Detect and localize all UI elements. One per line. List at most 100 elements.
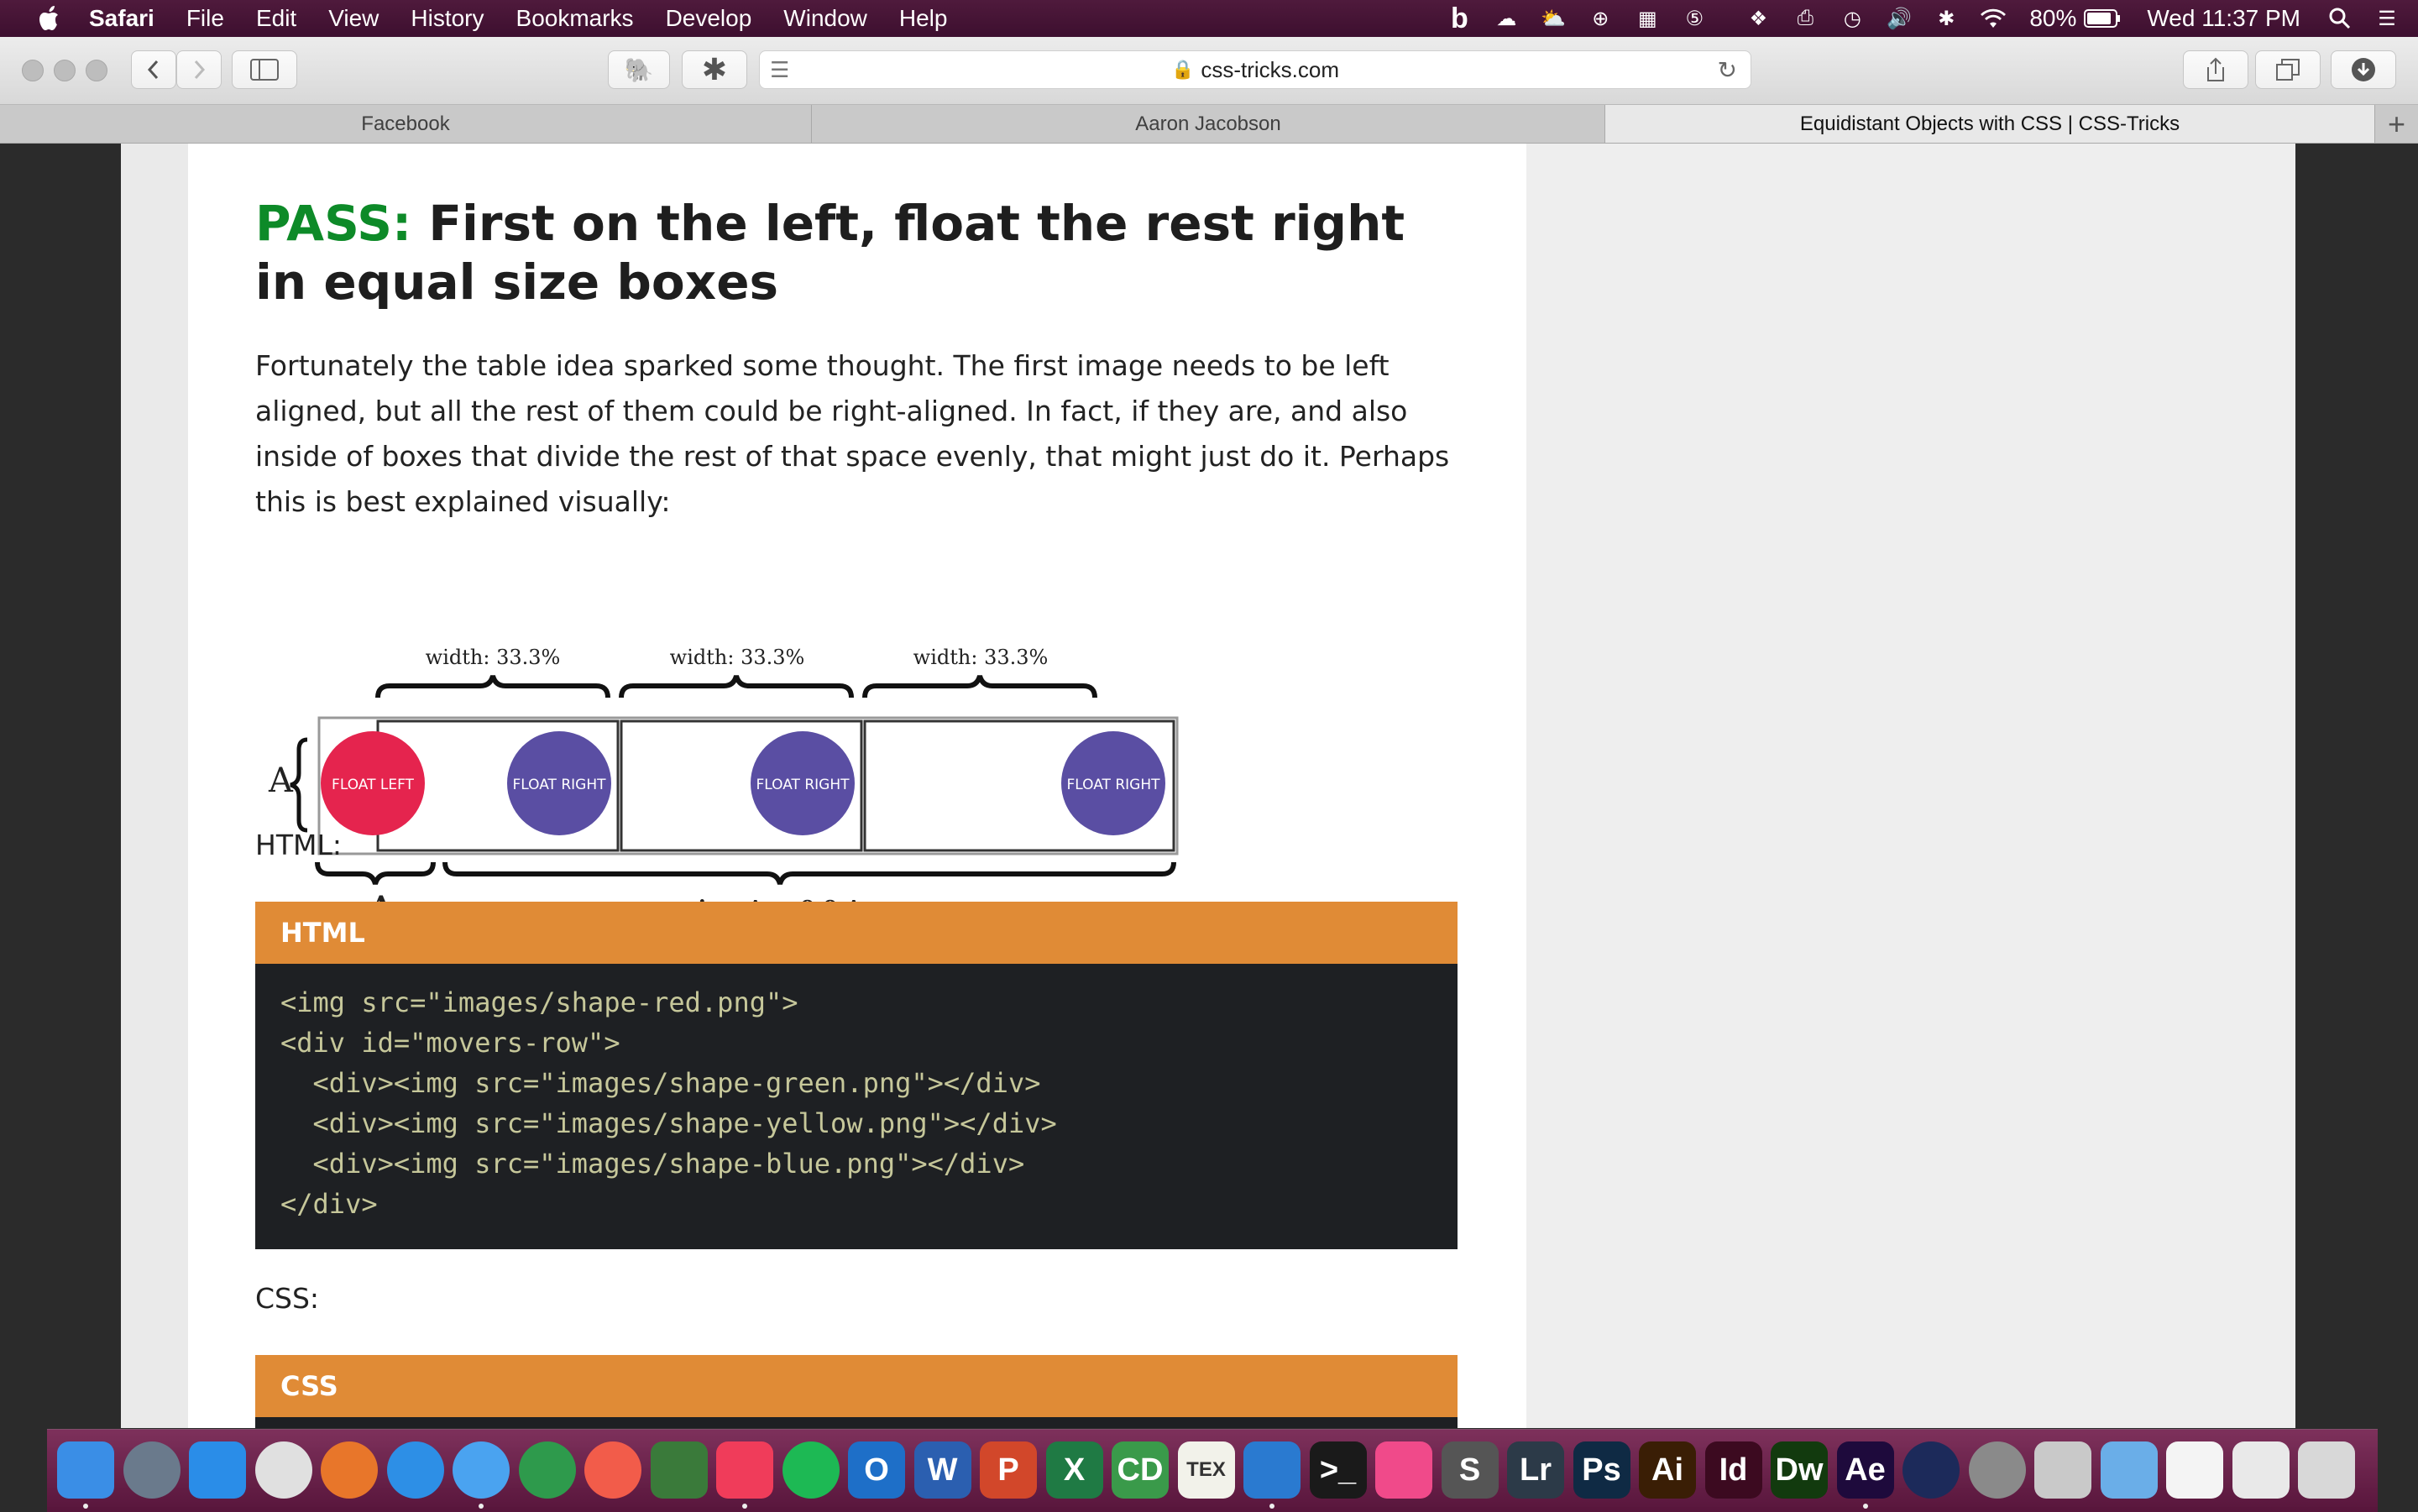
wifi-icon[interactable] xyxy=(1979,6,2007,31)
safari-icon[interactable] xyxy=(386,1441,444,1499)
close-window-button[interactable] xyxy=(22,60,44,81)
document-stack-2-icon[interactable] xyxy=(2232,1441,2290,1499)
chrome-icon[interactable] xyxy=(254,1441,312,1499)
width-label-3: width: 33.3% xyxy=(913,646,1049,669)
download-icon xyxy=(2352,58,2375,81)
app-grid-icon[interactable]: ▦ xyxy=(1633,6,1662,31)
after-effects-icon[interactable]: Ae xyxy=(1836,1441,1894,1499)
finder-icon[interactable] xyxy=(57,1441,114,1499)
creative-cloud-icon[interactable]: ☁ xyxy=(1492,6,1520,31)
forward-button[interactable] xyxy=(176,50,222,89)
printer-icon[interactable]: ⎙ xyxy=(1791,6,1819,31)
show-tabs-button[interactable] xyxy=(2255,50,2321,89)
indesign-icon[interactable]: Id xyxy=(1704,1441,1762,1499)
menu-bookmarks[interactable]: Bookmarks xyxy=(516,5,634,32)
battery-icon[interactable] xyxy=(2083,6,2122,31)
reader-icon[interactable]: ☰ xyxy=(770,57,789,83)
menu-history[interactable]: History xyxy=(411,5,484,32)
cinema4d-icon[interactable] xyxy=(1902,1441,1960,1499)
apple-menu-icon[interactable] xyxy=(34,2,67,35)
bing-icon[interactable]: b xyxy=(1445,3,1473,34)
sunrise-icon[interactable] xyxy=(584,1441,641,1499)
page-right-sidebar xyxy=(1526,144,2295,1428)
photoshop-icon[interactable]: Ps xyxy=(1573,1441,1630,1499)
system-preferences-icon[interactable] xyxy=(1968,1441,2026,1499)
illustrator-icon[interactable]: Ai xyxy=(1639,1441,1696,1499)
url-text: css-tricks.com xyxy=(1201,56,1340,82)
chevron-right-icon xyxy=(194,60,206,80)
tab-aaron-jacobson[interactable]: Aaron Jacobson xyxy=(812,105,1605,143)
document-stack-icon[interactable] xyxy=(2166,1441,2223,1499)
volume-icon[interactable]: 🔊 xyxy=(1885,6,1913,31)
lightroom-icon[interactable]: Lr xyxy=(1507,1441,1564,1499)
folder-icon[interactable] xyxy=(2100,1441,2158,1499)
messages-icon[interactable] xyxy=(453,1441,510,1499)
menu-view[interactable]: View xyxy=(328,5,379,32)
app-store-icon[interactable] xyxy=(189,1441,246,1499)
tab-facebook[interactable]: Facebook xyxy=(0,105,812,143)
sublime-icon[interactable]: S xyxy=(1441,1441,1499,1499)
firefox-icon[interactable] xyxy=(321,1441,378,1499)
time-machine-icon[interactable]: ◷ xyxy=(1838,6,1866,31)
css-code-body[interactable] xyxy=(255,1417,1458,1428)
download-circle-icon[interactable]: ⊕ xyxy=(1586,6,1615,31)
dropbox-icon[interactable]: ❖ xyxy=(1744,6,1772,31)
running-indicator xyxy=(1862,1504,1868,1509)
page-left-gutter xyxy=(121,144,188,1428)
menu-file[interactable]: File xyxy=(186,5,224,32)
terminal-icon[interactable]: >_ xyxy=(1309,1441,1367,1499)
bluetooth-icon[interactable]: ✱ xyxy=(1932,6,1960,31)
code-line: <div><img src="images/shape-yellow.png">… xyxy=(280,1107,1057,1139)
reload-icon[interactable]: ↻ xyxy=(1718,56,1737,84)
side-brace xyxy=(290,737,308,833)
extension-puzzle-button[interactable]: ✱ xyxy=(682,50,747,89)
share-button[interactable] xyxy=(2183,50,2248,89)
lock-icon: 🔒 xyxy=(1170,59,1195,80)
spotlight-icon[interactable] xyxy=(2326,6,2354,31)
itunes-icon[interactable] xyxy=(716,1441,773,1499)
outlook-icon[interactable]: O xyxy=(848,1441,905,1499)
html-code-body[interactable]: <img src="images/shape-red.png"> <div id… xyxy=(255,964,1458,1249)
address-bar[interactable]: ☰ 🔒 css-tricks.com ↻ xyxy=(759,50,1751,89)
hangouts-icon[interactable] xyxy=(518,1441,576,1499)
excel-icon[interactable]: X xyxy=(1045,1441,1103,1499)
preview-thumbnail-icon[interactable] xyxy=(2034,1441,2091,1499)
new-tab-button[interactable]: + xyxy=(2375,105,2418,143)
powerpoint-icon[interactable]: P xyxy=(980,1441,1037,1499)
vnc-icon[interactable] xyxy=(1243,1441,1301,1499)
menu-help[interactable]: Help xyxy=(899,5,948,32)
tex-icon[interactable]: TEX xyxy=(1177,1441,1235,1499)
top-brace-2 xyxy=(619,675,854,698)
html-code-title: HTML xyxy=(255,902,1458,964)
menu-edit[interactable]: Edit xyxy=(256,5,296,32)
five-icon[interactable]: ⑤ xyxy=(1680,6,1709,31)
css-code-title: CSS xyxy=(255,1355,1458,1417)
tabs-overview-icon xyxy=(2276,59,2300,81)
clock[interactable]: Wed 11:37 PM xyxy=(2147,5,2300,32)
dreamweaver-icon[interactable]: Dw xyxy=(1771,1441,1828,1499)
html-code-block: HTML <img src="images/shape-red.png"> <d… xyxy=(255,902,1458,1249)
cloud-sync-icon[interactable]: ⛅ xyxy=(1539,6,1568,31)
word-icon[interactable]: W xyxy=(913,1441,971,1499)
menu-window[interactable]: Window xyxy=(783,5,867,32)
spotify-icon[interactable] xyxy=(782,1441,840,1499)
cd-icon[interactable]: CD xyxy=(1112,1441,1169,1499)
launchpad-icon[interactable] xyxy=(123,1441,181,1499)
evernote-icon[interactable] xyxy=(650,1441,708,1499)
downloads-button[interactable] xyxy=(2331,50,2396,89)
back-button[interactable] xyxy=(131,50,176,89)
stickies-icon[interactable] xyxy=(1375,1441,1432,1499)
menu-develop[interactable]: Develop xyxy=(666,5,752,32)
minimize-window-button[interactable] xyxy=(54,60,76,81)
menu-app-name[interactable]: Safari xyxy=(89,5,154,32)
sidebar-toggle-button[interactable] xyxy=(232,50,297,89)
evernote-extension-button[interactable]: 🐘 xyxy=(608,50,670,89)
elephant-icon: 🐘 xyxy=(624,56,654,83)
notification-list-icon[interactable]: ☰ xyxy=(2373,6,2401,31)
chevron-left-icon xyxy=(147,60,159,80)
trash-icon[interactable] xyxy=(2298,1441,2355,1499)
zoom-window-button[interactable] xyxy=(86,60,107,81)
battery-percentage[interactable]: 80% xyxy=(2029,5,2076,32)
tab-css-tricks[interactable]: Equidistant Objects with CSS | CSS-Trick… xyxy=(1605,105,2375,143)
code-line: <div><img src="images/shape-blue.png"></… xyxy=(280,1148,1025,1180)
